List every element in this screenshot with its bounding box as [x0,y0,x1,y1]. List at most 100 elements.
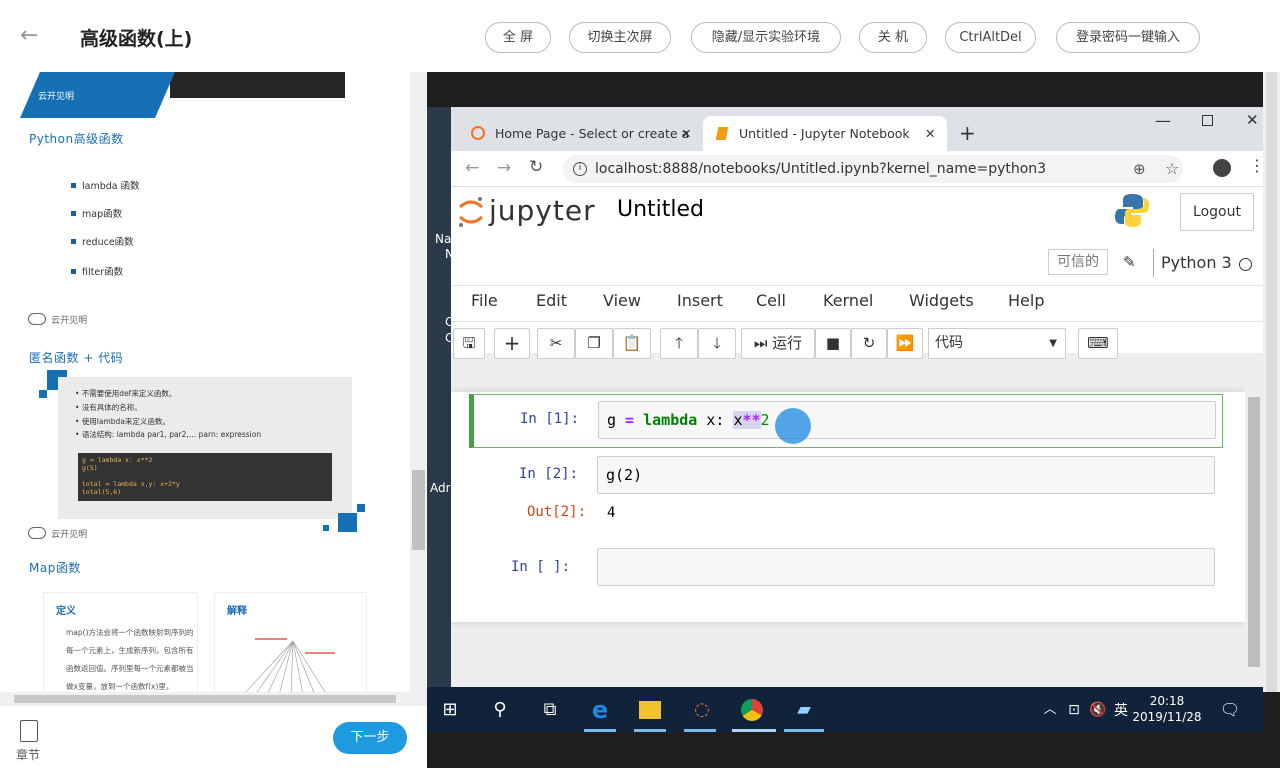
restart-icon[interactable]: ↻ [851,328,887,359]
menu-kernel[interactable]: Kernel [823,291,873,310]
menu-cell[interactable]: Cell [756,291,786,310]
move-down-icon[interactable]: 🡓 [698,328,736,359]
info-icon[interactable]: i [573,162,587,176]
jupyter-favicon-icon [471,126,485,140]
chapter-icon[interactable] [20,720,38,742]
search-icon[interactable]: ⚲ [489,699,511,721]
page-title: 高级函数(上) [80,28,193,50]
cloud-icon [28,312,46,325]
restart-run-all-icon[interactable]: ⏩ [887,328,923,359]
windows-taskbar: ⊞ ⚲ ⧉ e ◌ ▰ ︿ ⊡ 🔇 英 20:18 2019/11/28 🗨 [427,687,1263,732]
scroll-thumb[interactable] [1266,72,1277,692]
code-cell-selected[interactable]: In [1]: g = lambda x: x**2 [469,394,1223,448]
menu-insert[interactable]: Insert [677,291,723,310]
save-icon[interactable]: 🖫 [453,328,485,359]
menu-help[interactable]: Help [1008,291,1044,310]
maximize-icon[interactable] [1202,115,1213,126]
menu-edit[interactable]: Edit [536,291,567,310]
bullet-item: • 不需要使用def来定义函数。 [75,389,177,398]
slides-vertical-scrollbar[interactable] [410,72,427,708]
bullet-item: • 没有具体的名称。 [75,403,142,412]
keyboard-icon[interactable]: ⌨ [1078,328,1118,359]
map-diagram [245,638,335,692]
close-window-icon[interactable]: ✕ [1246,111,1259,129]
profile-icon[interactable] [1213,159,1231,177]
switch-screen-button[interactable]: 切换主次屏 [569,22,671,53]
definition-card: 定义 map()方法会将一个函数映射到序列的每一个元素上，生成新序列，包含所有函… [43,592,198,692]
pencil-icon[interactable]: ✎ [1123,253,1136,271]
menu-view[interactable]: View [603,291,641,310]
task-view-icon[interactable]: ⧉ [539,699,561,721]
desktop-text: Na [435,232,452,246]
fullscreen-button[interactable]: 全 屏 [485,22,551,53]
notification-icon[interactable]: 🗨 [1219,699,1241,721]
menu-file[interactable]: File [471,291,498,310]
scroll-thumb[interactable] [1248,397,1260,667]
cut-icon[interactable]: ✂ [537,328,575,359]
run-icon: ⏭ [753,334,768,352]
menu-widgets[interactable]: Widgets [909,291,974,310]
new-tab-icon[interactable]: + [959,116,979,151]
jupyter-taskbar-icon[interactable]: ◌ [691,699,713,721]
logout-button[interactable]: Logout [1180,193,1254,231]
chapter-label[interactable]: 章节 [16,746,40,763]
app-icon[interactable]: ▰ [793,699,815,721]
jupyter-logo[interactable]: jupyter [489,194,596,227]
bullet-item: • 语法结构: lambda par1, par2,… parn: expres… [75,430,262,439]
next-step-button[interactable]: 下一步 [333,722,407,754]
stop-icon[interactable]: ■ [815,328,851,359]
remote-scrollbar[interactable] [1263,72,1280,692]
add-cell-icon[interactable]: + [494,328,530,359]
notebook-scrollbar[interactable] [1245,377,1263,687]
top-bar: ← 高级函数(上) 全 屏 切换主次屏 隐藏/显示实验环境 关 机 CtrlAl… [0,0,1280,72]
remote-desktop[interactable]: Na N C C Adr Home Page - Select or creat… [427,72,1280,768]
tab-home[interactable]: Home Page - Select or create a ✕ [459,116,699,151]
bookmark-star-icon[interactable]: ☆ [1165,155,1179,183]
minimize-icon[interactable]: — [1155,111,1171,130]
scroll-thumb[interactable] [14,695,396,703]
code-cell[interactable]: In [ ]: [469,548,1223,588]
forward-icon[interactable]: → [497,158,511,178]
copy-icon[interactable]: ❐ [575,328,613,359]
back-arrow-icon[interactable]: ← [20,24,42,48]
ime-indicator[interactable]: 英 [1114,700,1128,720]
notebook-area: In [1]: g = lambda x: x**2 In [2]: g(2) … [451,377,1245,639]
paste-icon[interactable]: 📋 [613,328,651,359]
windows-start-icon[interactable]: ⊞ [439,699,461,721]
ctrl-alt-del-button[interactable]: CtrlAltDel [945,22,1036,53]
close-tab-icon[interactable]: ✕ [925,116,935,151]
python-logo-icon [1115,194,1149,227]
volume-muted-icon[interactable]: 🔇 [1087,699,1109,721]
tab-notebook[interactable]: Untitled - Jupyter Notebook ✕ [703,116,947,151]
trusted-indicator[interactable]: 可信的 [1048,249,1108,275]
toggle-lab-env-button[interactable]: 隐藏/显示实验环境 [691,22,841,53]
chevron-up-icon[interactable]: ︿ [1039,699,1061,721]
slides-panel: 云开见明 Python高级函数 lambda 函数 map函数 reduce函数… [0,72,410,692]
chrome-icon[interactable] [741,699,763,721]
network-icon[interactable]: ⊡ [1063,699,1085,721]
decor-square [338,513,357,532]
back-icon[interactable]: ← [465,158,479,178]
slides-horizontal-scrollbar[interactable] [0,692,410,706]
url-input[interactable]: i localhost:8888/notebooks/Untitled.ipyn… [563,155,1183,183]
code-input[interactable]: g(2) [597,456,1215,494]
file-explorer-icon[interactable] [639,701,661,719]
zoom-icon[interactable]: ⊕ [1133,155,1146,183]
bullet-item: map函数 [71,206,122,220]
cell-type-select[interactable]: 代码 ▼ [928,328,1066,359]
page-content: jupyter Untitled Logout 可信的 ✎ Python 3 F… [451,187,1263,687]
move-up-icon[interactable]: 🡑 [660,328,698,359]
edge-icon[interactable]: e [589,698,611,722]
run-button[interactable]: ⏭ 运行 [741,328,815,359]
code-input[interactable]: g = lambda x: x**2 [598,401,1216,439]
shutdown-button[interactable]: 关 机 [859,22,927,53]
password-input-button[interactable]: 登录密码一键输入 [1056,22,1200,53]
code-cell[interactable]: In [2]: g(2) Out[2]: 4 [469,456,1223,546]
close-tab-icon[interactable]: ✕ [681,116,691,151]
notebook-name[interactable]: Untitled [617,197,704,222]
clock[interactable]: 20:18 2019/11/28 [1127,693,1207,725]
scroll-thumb[interactable] [412,470,425,550]
reload-icon[interactable]: ↻ [529,157,543,177]
code-input[interactable] [597,548,1215,586]
kernel-name[interactable]: Python 3 [1161,253,1232,272]
